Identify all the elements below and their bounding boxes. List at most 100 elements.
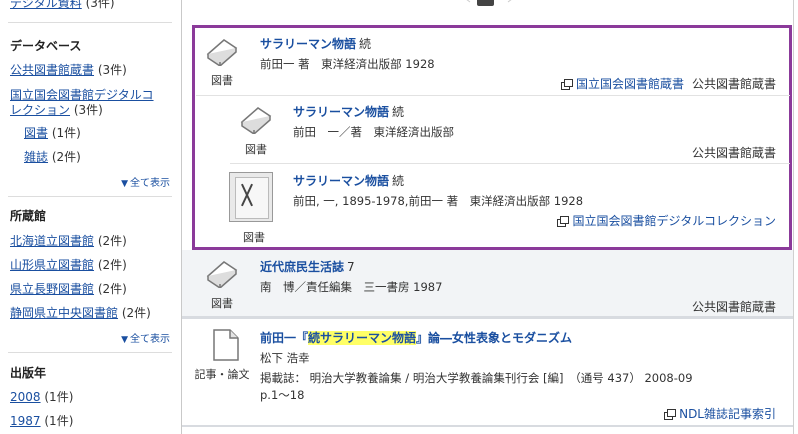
result-title-suffix: 7 <box>347 260 355 274</box>
facet-item-ndl-digital-line2[interactable]: レクション (3件) <box>10 102 103 118</box>
triangle-down-icon: ▼ <box>121 335 128 345</box>
facet-link[interactable]: 国立国会図書館デジタルコ <box>10 88 154 102</box>
result-meta: 前田, 一, 1895-1978,前田一 著 東洋経済出版部 1928 <box>293 194 584 208</box>
facet-link[interactable]: 県立長野図書館 <box>10 282 94 296</box>
column-divider <box>181 0 182 434</box>
result-sources: 公共図書館蔵書 <box>684 298 776 315</box>
result-title-link[interactable]: サラリーマン物語 <box>293 105 389 119</box>
show-all-label: 全て表示 <box>130 178 170 189</box>
facet-item-digital[interactable]: デジタル資料 (3件) <box>10 0 115 11</box>
facet-count: (3件) <box>85 0 115 10</box>
result-title[interactable]: サラリーマン物語続 <box>293 103 404 120</box>
facet-title-holdings: 所蔵館 <box>10 209 47 223</box>
result-sources: NDL雑誌記事索引 <box>664 405 776 422</box>
facet-item-public-library[interactable]: 公共図書館蔵書 (3件) <box>10 62 127 78</box>
facet-item-nagano[interactable]: 県立長野図書館 (2件) <box>10 281 127 297</box>
source-public-library: 公共図書館蔵書 <box>691 300 776 314</box>
result-author: 松下 浩幸 <box>260 351 310 365</box>
result-title-suffix: 続 <box>359 37 372 51</box>
result-title-link[interactable]: 近代庶民生活誌 <box>260 260 344 274</box>
book-icon <box>240 107 272 134</box>
type-label: 図書 <box>245 143 267 156</box>
facet-count: (3件) <box>73 103 103 117</box>
result-sources: 公共図書館蔵書 <box>684 144 776 161</box>
result-meta: 前田 一／著 東洋経済出版部 <box>293 125 454 139</box>
divider <box>196 95 790 96</box>
facet-link[interactable]: デジタル資料 <box>10 0 82 10</box>
source-link-ndl-articles[interactable]: NDL雑誌記事索引 <box>679 407 776 421</box>
divider <box>230 163 790 164</box>
facet-sidebar: デジタル資料 (3件) データベース 公共図書館蔵書 (3件) 国立国会図書館デ… <box>0 0 178 434</box>
show-all-database-link[interactable]: ▼ 全て表示 <box>121 174 170 189</box>
result-journal: 掲載誌： 明治大学教養論集 / 明治大学教養論集刊行会 [編] （通号 437）… <box>260 371 693 385</box>
facet-link[interactable]: レクション <box>10 103 70 117</box>
type-label: 図書 <box>211 297 233 310</box>
title-part: 』論―女性表象とモダニズム <box>416 331 573 345</box>
facet-title-year: 出版年 <box>10 366 47 380</box>
result-title-link[interactable]: 前田一『続サラリーマン物語』論―女性表象とモダニズム <box>260 331 572 345</box>
facet-subitem-books[interactable]: 図書 (1件) <box>24 125 81 141</box>
book-icon <box>206 39 238 66</box>
source-link-ndl-digital[interactable]: 国立国会図書館デジタルコレクション <box>572 214 776 228</box>
external-link-icon <box>560 79 573 90</box>
source-public-library: 公共図書館蔵書 <box>691 146 776 160</box>
divider <box>182 425 793 427</box>
result-title-suffix: 続 <box>392 174 405 188</box>
result-title[interactable]: サラリーマン物語続 <box>293 172 404 189</box>
external-link-icon <box>664 409 677 420</box>
result-title-suffix: 続 <box>392 105 405 119</box>
result-title-link[interactable]: サラリーマン物語 <box>260 37 356 51</box>
divider <box>8 352 172 353</box>
title-highlight: 続サラリーマン物語 <box>308 331 417 345</box>
facet-count: (3件) <box>97 63 127 77</box>
facet-link[interactable]: 雑誌 <box>24 150 48 164</box>
facet-link[interactable]: 山形県立図書館 <box>10 258 94 272</box>
divider <box>8 196 172 197</box>
facet-item-1987[interactable]: 1987 (1件) <box>10 413 73 429</box>
pager <box>460 0 520 8</box>
facet-subitem-magazines[interactable]: 雑誌 (2件) <box>24 149 81 165</box>
external-link-icon <box>557 216 570 227</box>
facet-count: (2件) <box>97 282 127 296</box>
facet-count: (2件) <box>51 150 81 164</box>
result-meta: 前田一 著 東洋経済出版部 1928 <box>260 57 435 71</box>
facet-count: (1件) <box>44 390 74 404</box>
result-pages: p.1～18 <box>260 388 305 402</box>
title-part: 前田一『 <box>260 331 309 345</box>
show-all-holdings-link[interactable]: ▼ 全て表示 <box>121 330 170 345</box>
result-title[interactable]: 近代庶民生活誌 7 <box>260 258 355 275</box>
type-label: 記事・論文 <box>194 368 250 381</box>
facet-title-database: データベース <box>10 39 82 53</box>
facet-item-2008[interactable]: 2008 (1件) <box>10 389 73 405</box>
facet-item-ndl-digital[interactable]: 国立国会図書館デジタルコ <box>10 87 154 103</box>
source-public-library: 公共図書館蔵書 <box>691 77 776 91</box>
divider <box>182 316 793 319</box>
facet-count: (1件) <box>44 414 74 428</box>
book-icon <box>206 261 238 288</box>
result-title-link[interactable]: サラリーマン物語 <box>293 174 389 188</box>
type-label: 図書 <box>243 231 265 244</box>
result-sources: 国立国会図書館デジタルコレクション <box>557 212 776 229</box>
facet-item-hokkaido[interactable]: 北海道立図書館 (2件) <box>10 233 127 249</box>
facet-item-yamagata[interactable]: 山形県立図書館 (2件) <box>10 257 127 273</box>
facet-link[interactable]: 静岡県立中央図書館 <box>10 306 118 320</box>
facet-count: (2件) <box>97 234 127 248</box>
pager-arrows-icon <box>466 0 512 3</box>
facet-count: (1件) <box>51 126 81 140</box>
result-sources: 国立国会図書館蔵書 公共図書館蔵書 <box>560 75 776 92</box>
facet-link[interactable]: 北海道立図書館 <box>10 234 94 248</box>
result-title[interactable]: 前田一『続サラリーマン物語』論―女性表象とモダニズム <box>260 329 572 346</box>
facet-link[interactable]: 公共図書館蔵書 <box>10 63 94 77</box>
source-link-ndl[interactable]: 国立国会図書館蔵書 <box>576 77 684 91</box>
divider <box>8 22 172 23</box>
triangle-down-icon: ▼ <box>121 179 128 189</box>
facet-item-shizuoka[interactable]: 静岡県立中央図書館 (2件) <box>10 305 151 321</box>
column-divider <box>793 0 794 434</box>
result-title[interactable]: サラリーマン物語続 <box>260 35 371 52</box>
facet-link[interactable]: 図書 <box>24 126 48 140</box>
facet-link[interactable]: 2008 <box>10 390 41 404</box>
type-label: 図書 <box>211 74 233 87</box>
document-icon <box>213 329 239 361</box>
cover-thumbnail[interactable] <box>229 172 273 222</box>
facet-link[interactable]: 1987 <box>10 414 41 428</box>
